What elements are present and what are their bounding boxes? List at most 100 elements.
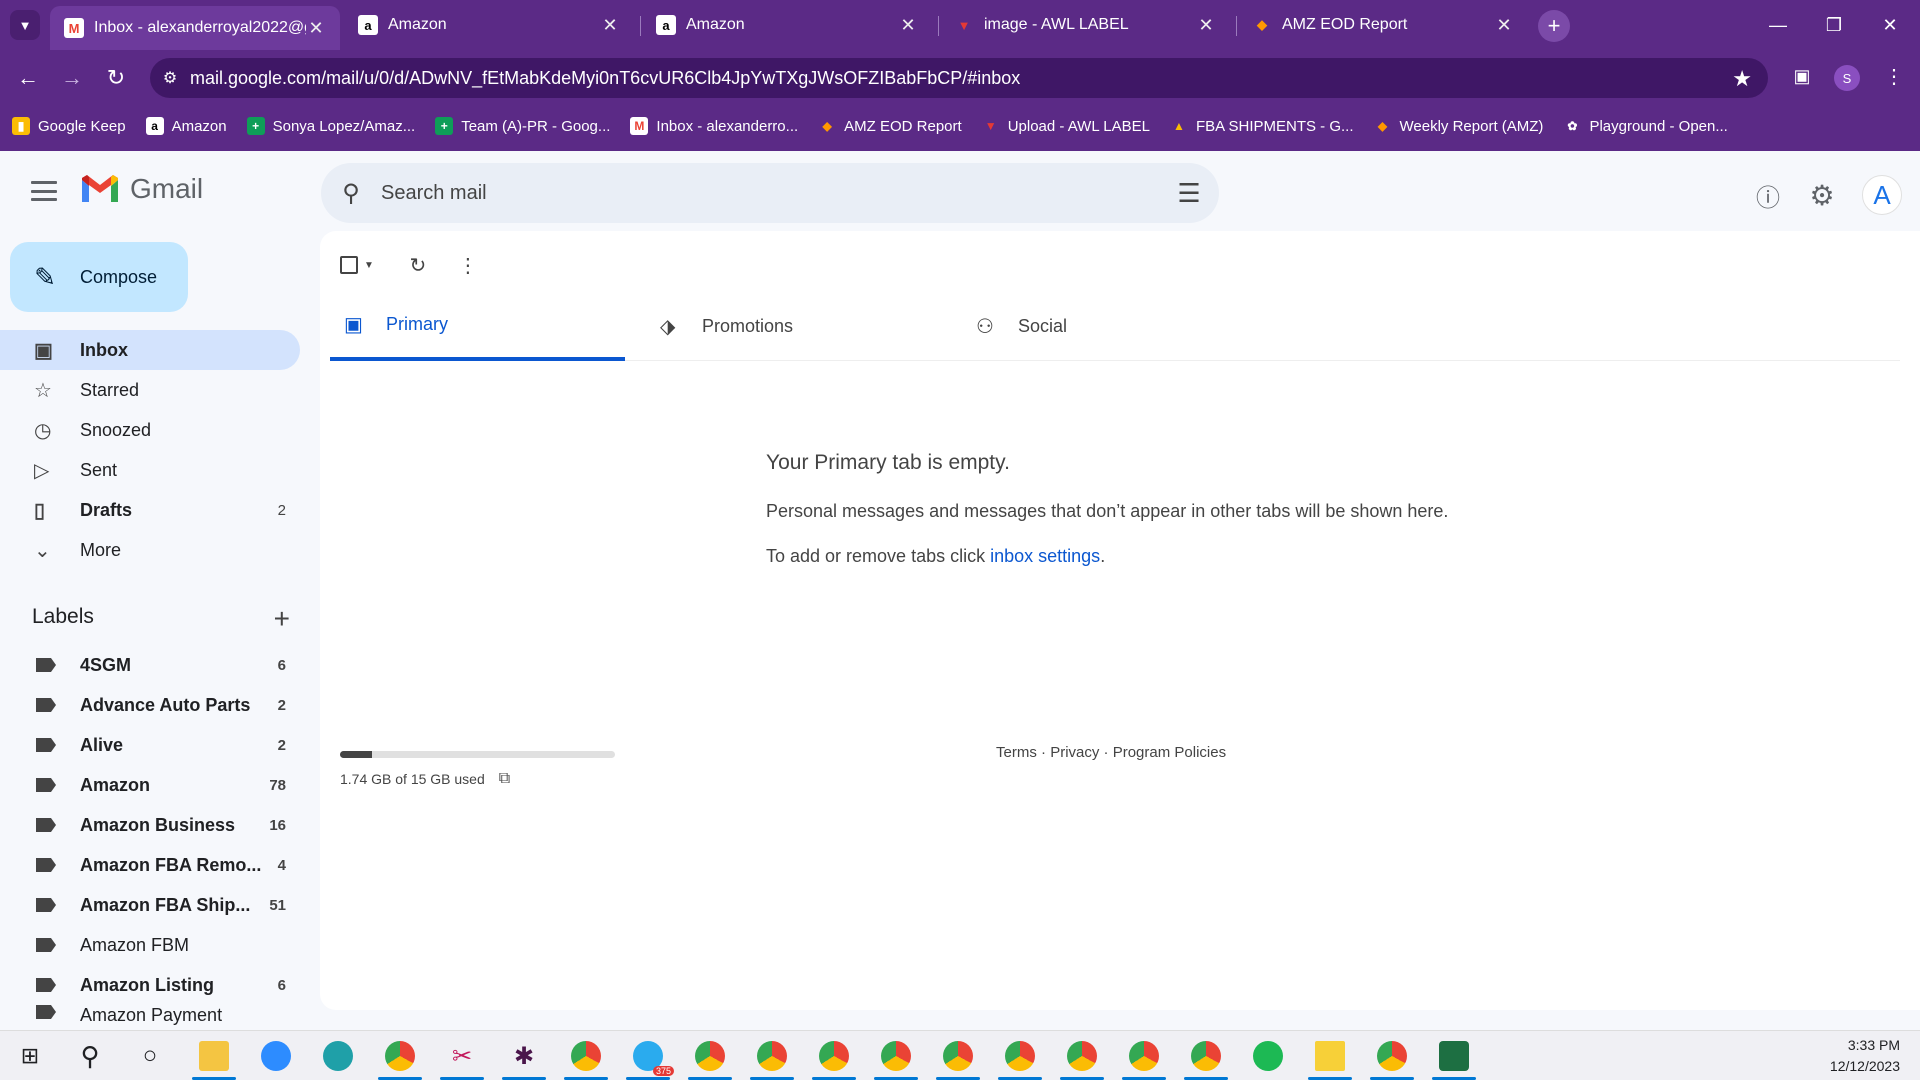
sidebar-item-inbox[interactable]: ▣ Inbox [0, 330, 300, 370]
bookmark-google-keep[interactable]: ▮ Google Keep [12, 117, 126, 135]
terms-link[interactable]: Terms [996, 744, 1037, 761]
chrome-icon[interactable] [1060, 1040, 1104, 1080]
tab-amazon-1[interactable]: a Amazon ✕ [344, 6, 634, 44]
bookmark-fba-shipments[interactable]: ▲ FBA SHIPMENTS - G... [1170, 117, 1353, 135]
search-icon[interactable]: ⚲ [74, 1040, 106, 1072]
bookmark-upload-awl[interactable]: ▼ Upload - AWL LABEL [982, 117, 1150, 135]
tab-social[interactable]: ⚇ Social [962, 291, 1257, 361]
more-options-icon[interactable]: ⋮ [448, 253, 488, 278]
refresh-icon[interactable]: ↻ [398, 253, 438, 278]
sidebar-item-starred[interactable]: ☆ Starred [0, 370, 300, 410]
back-button[interactable]: ← [10, 60, 46, 96]
settings-line-prefix: To add or remove tabs click [766, 546, 991, 566]
sticky-notes-icon[interactable] [1308, 1040, 1352, 1080]
label-item[interactable]: Amazon FBM [0, 925, 300, 965]
bookmark-amazon[interactable]: a Amazon [145, 117, 227, 135]
task-view-icon[interactable]: ○ [134, 1040, 166, 1072]
sidebar-item-sent[interactable]: ▷ Sent [0, 450, 300, 490]
label-item[interactable]: Amazon Listing 6 [0, 965, 300, 1005]
search-options-icon[interactable]: ☰ [1159, 178, 1219, 209]
label-item[interactable]: Amazon Payment [0, 1005, 300, 1027]
label-item[interactable]: Alive 2 [0, 725, 300, 765]
label-item[interactable]: Amazon FBA Remo... 4 [0, 845, 300, 885]
tab-search-button[interactable]: ▼ [10, 10, 40, 40]
help-icon[interactable]: ⓘ [1748, 175, 1788, 215]
restore-button[interactable]: ❐ [1814, 8, 1854, 42]
telegram-icon[interactable]: 375 [626, 1040, 674, 1080]
side-panel-icon[interactable]: ▣ [1788, 62, 1816, 90]
close-icon[interactable]: ✕ [1494, 15, 1514, 36]
chrome-icon[interactable] [936, 1040, 980, 1080]
account-avatar[interactable]: A [1862, 175, 1902, 215]
sidebar-item-snoozed[interactable]: ◷ Snoozed [0, 410, 300, 450]
close-icon[interactable]: ✕ [1196, 15, 1216, 36]
bookmark-weekly-report[interactable]: ◆ Weekly Report (AMZ) [1374, 117, 1544, 135]
forward-button[interactable]: → [54, 60, 90, 96]
sidebar-item-more[interactable]: ⌄ More [0, 530, 300, 570]
excel-icon[interactable] [1432, 1040, 1476, 1080]
program-policies-link[interactable]: Program Policies [1113, 744, 1226, 761]
label-item[interactable]: Amazon Business 16 [0, 805, 300, 845]
slack-icon[interactable]: ✱ [502, 1040, 546, 1080]
new-tab-button[interactable]: + [1538, 10, 1570, 42]
label-item[interactable]: Amazon 78 [0, 765, 300, 805]
zoom-icon[interactable] [260, 1040, 292, 1072]
gmail-wordmark: Gmail [130, 173, 204, 204]
label-item[interactable]: Amazon FBA Ship... 51 [0, 885, 300, 925]
compose-button[interactable]: ✎ Compose [10, 242, 188, 312]
select-all-checkbox[interactable] [340, 256, 358, 274]
chrome-icon[interactable] [688, 1040, 732, 1080]
open-external-icon[interactable]: ⧉ [499, 770, 510, 788]
close-icon[interactable]: ✕ [306, 18, 326, 39]
search-input[interactable] [381, 181, 1159, 205]
windows-start-icon[interactable]: ⊞ [14, 1040, 46, 1072]
chrome-icon[interactable] [564, 1040, 608, 1080]
bookmark-inbox[interactable]: M Inbox - alexanderro... [630, 117, 798, 135]
tab-awl-label[interactable]: ▼ image - AWL LABEL ✕ [940, 6, 1230, 44]
spotify-icon[interactable] [1252, 1040, 1284, 1072]
tab-amz-eod-report[interactable]: ◆ AMZ EOD Report ✕ [1238, 6, 1528, 44]
chrome-icon[interactable] [378, 1040, 422, 1080]
system-clock[interactable]: 3:33 PM 12/12/2023 [1830, 1035, 1900, 1077]
bookmark-playground[interactable]: ✿ Playground - Open... [1563, 117, 1727, 135]
chrome-icon[interactable] [812, 1040, 856, 1080]
labels-heading: Labels + [32, 603, 290, 635]
minimize-button[interactable]: — [1758, 8, 1798, 42]
bookmark-team-pr[interactable]: + Team (A)-PR - Goog... [435, 117, 610, 135]
chrome-icon[interactable] [874, 1040, 918, 1080]
tab-primary[interactable]: ▣ Primary [330, 291, 625, 361]
chrome-icon[interactable] [1122, 1040, 1166, 1080]
label-item[interactable]: Advance Auto Parts 2 [0, 685, 300, 725]
main-menu-icon[interactable] [28, 177, 60, 205]
inbox-settings-link[interactable]: inbox settings [990, 546, 1100, 566]
close-window-button[interactable]: ✕ [1870, 8, 1910, 42]
bookmark-sonya-lopez[interactable]: + Sonya Lopez/Amaz... [246, 117, 415, 135]
tab-amazon-2[interactable]: a Amazon ✕ [642, 6, 932, 44]
site-info-icon[interactable]: ⚙ [150, 68, 190, 88]
chrome-icon[interactable] [750, 1040, 794, 1080]
browser-menu-icon[interactable]: ⋮ [1880, 62, 1908, 90]
create-label-icon[interactable]: + [274, 603, 290, 635]
label-item[interactable]: 4SGM 6 [0, 645, 300, 685]
tab-inbox[interactable]: M Inbox - alexanderroyal2022@gr ✕ [50, 6, 340, 50]
profile-avatar[interactable]: S [1834, 65, 1860, 91]
edge-icon[interactable] [322, 1040, 354, 1072]
chrome-icon[interactable] [998, 1040, 1042, 1080]
reload-button[interactable]: ↻ [98, 60, 134, 96]
sidebar-item-drafts[interactable]: ▯ Drafts 2 [0, 490, 300, 530]
chrome-icon[interactable] [1370, 1040, 1414, 1080]
tab-promotions[interactable]: ⬗ Promotions [646, 291, 941, 361]
bookmark-amz-eod-report[interactable]: ◆ AMZ EOD Report [818, 117, 962, 135]
address-bar[interactable]: ⚙ mail.google.com/mail/u/0/d/ADwNV_fEtMa… [150, 58, 1768, 98]
close-icon[interactable]: ✕ [600, 15, 620, 36]
snipping-tool-icon[interactable]: ✂ [440, 1040, 484, 1080]
privacy-link[interactable]: Privacy [1050, 744, 1099, 761]
chrome-icon[interactable] [1184, 1040, 1228, 1080]
close-icon[interactable]: ✕ [898, 15, 918, 36]
gmail-logo[interactable]: Gmail [80, 173, 203, 205]
settings-gear-icon[interactable]: ⚙ [1802, 175, 1842, 215]
select-dropdown-icon[interactable]: ▼ [364, 260, 374, 271]
file-explorer-icon[interactable] [192, 1040, 236, 1080]
search-icon[interactable]: ⚲ [321, 179, 381, 208]
bookmark-star-icon[interactable]: ★ [1732, 66, 1752, 92]
